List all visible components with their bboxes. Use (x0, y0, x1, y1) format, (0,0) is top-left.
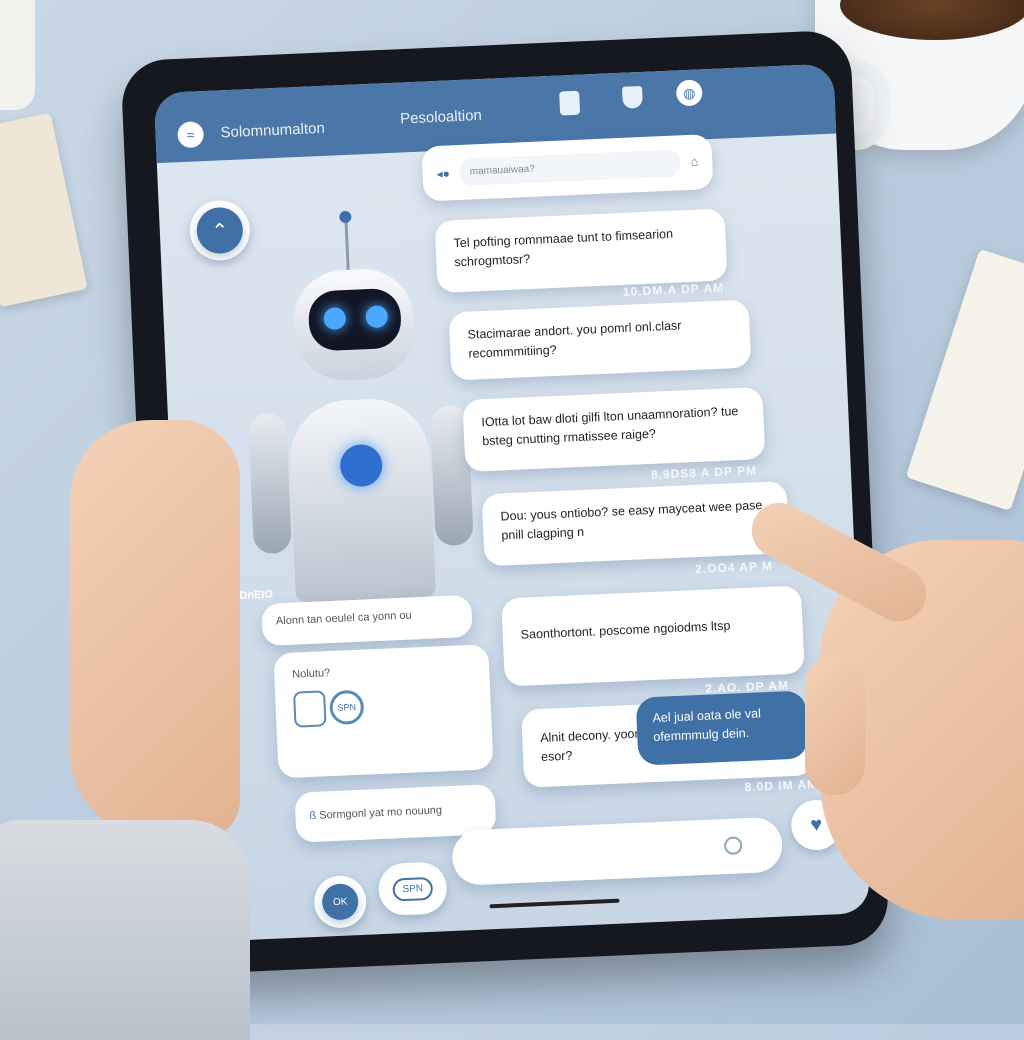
ok-button[interactable]: OK (313, 874, 368, 929)
chat-message: Saonthortont. poscome ngoiodms ltsp (501, 585, 805, 687)
heart-icon: ♥ (809, 813, 823, 836)
thumb (805, 655, 865, 795)
section-title: Pesoloaltion (399, 106, 483, 128)
search-input[interactable]: mamauaiwaa? (459, 149, 682, 186)
app-title: Solomnumalton (220, 119, 326, 142)
tablet-screen: ≈ Solomnumalton Pesoloaltion ◍ ⌃ ODnEIO … (153, 63, 871, 943)
card-icon[interactable] (559, 90, 581, 116)
message-text: Alnit decony. yoonw esor? (539, 726, 651, 764)
bot-reply: Ael jual oata ole val ofemmmulg dein. (635, 690, 809, 766)
network-icon: SPN (329, 689, 365, 725)
spn-label: SPN (391, 876, 434, 902)
mic-icon[interactable] (723, 836, 743, 856)
notepad (905, 248, 1024, 512)
message-input[interactable] (451, 816, 784, 886)
chat-message: Dou: yous ontiobo? se easy mayceat wee p… (481, 481, 790, 567)
suggestion-card[interactable]: Alonn tan oeulel ca yonn ou (261, 594, 473, 646)
chat-message: IOtta lot baw dloti gilfi lton unaamnora… (462, 386, 766, 472)
suggestion-text: Sormgonl yat mo nouung (318, 804, 443, 822)
book (0, 112, 88, 308)
wifi-icon[interactable]: ≈ (177, 121, 205, 149)
home-icon[interactable]: ⌂ (690, 153, 698, 172)
message-time: 10.DM.A DP AM (622, 280, 725, 299)
chat-message: Stacimarae andort. you pomrl onl.clasr r… (448, 299, 752, 381)
globe-icon[interactable]: ◍ (675, 79, 703, 107)
spn-button[interactable]: SPN (377, 861, 448, 917)
bulb-icon: ß (309, 809, 320, 823)
ok-label: OK (321, 883, 360, 921)
message-time: 2.OO4 AP M (694, 558, 774, 577)
message-time: 8.9DS8 A DP PM (650, 463, 758, 482)
plant-pot (0, 0, 35, 110)
left-hand (70, 420, 240, 840)
info-card-title: Nolutu? (292, 667, 331, 681)
device-icon (293, 689, 327, 728)
message-time: 8.0D IM AM (744, 776, 819, 795)
shield-icon[interactable] (621, 85, 643, 109)
chat-message: Tel pofting romnmaae tunt to fimsearion … (434, 208, 728, 294)
back-icon[interactable]: ◂● (436, 164, 450, 183)
search-bar[interactable]: ◂● mamauaiwaa? ⌂ (421, 133, 714, 202)
info-card[interactable]: Nolutu? SPN (273, 644, 494, 779)
home-indicator (489, 898, 620, 909)
sleeve (0, 820, 250, 1040)
